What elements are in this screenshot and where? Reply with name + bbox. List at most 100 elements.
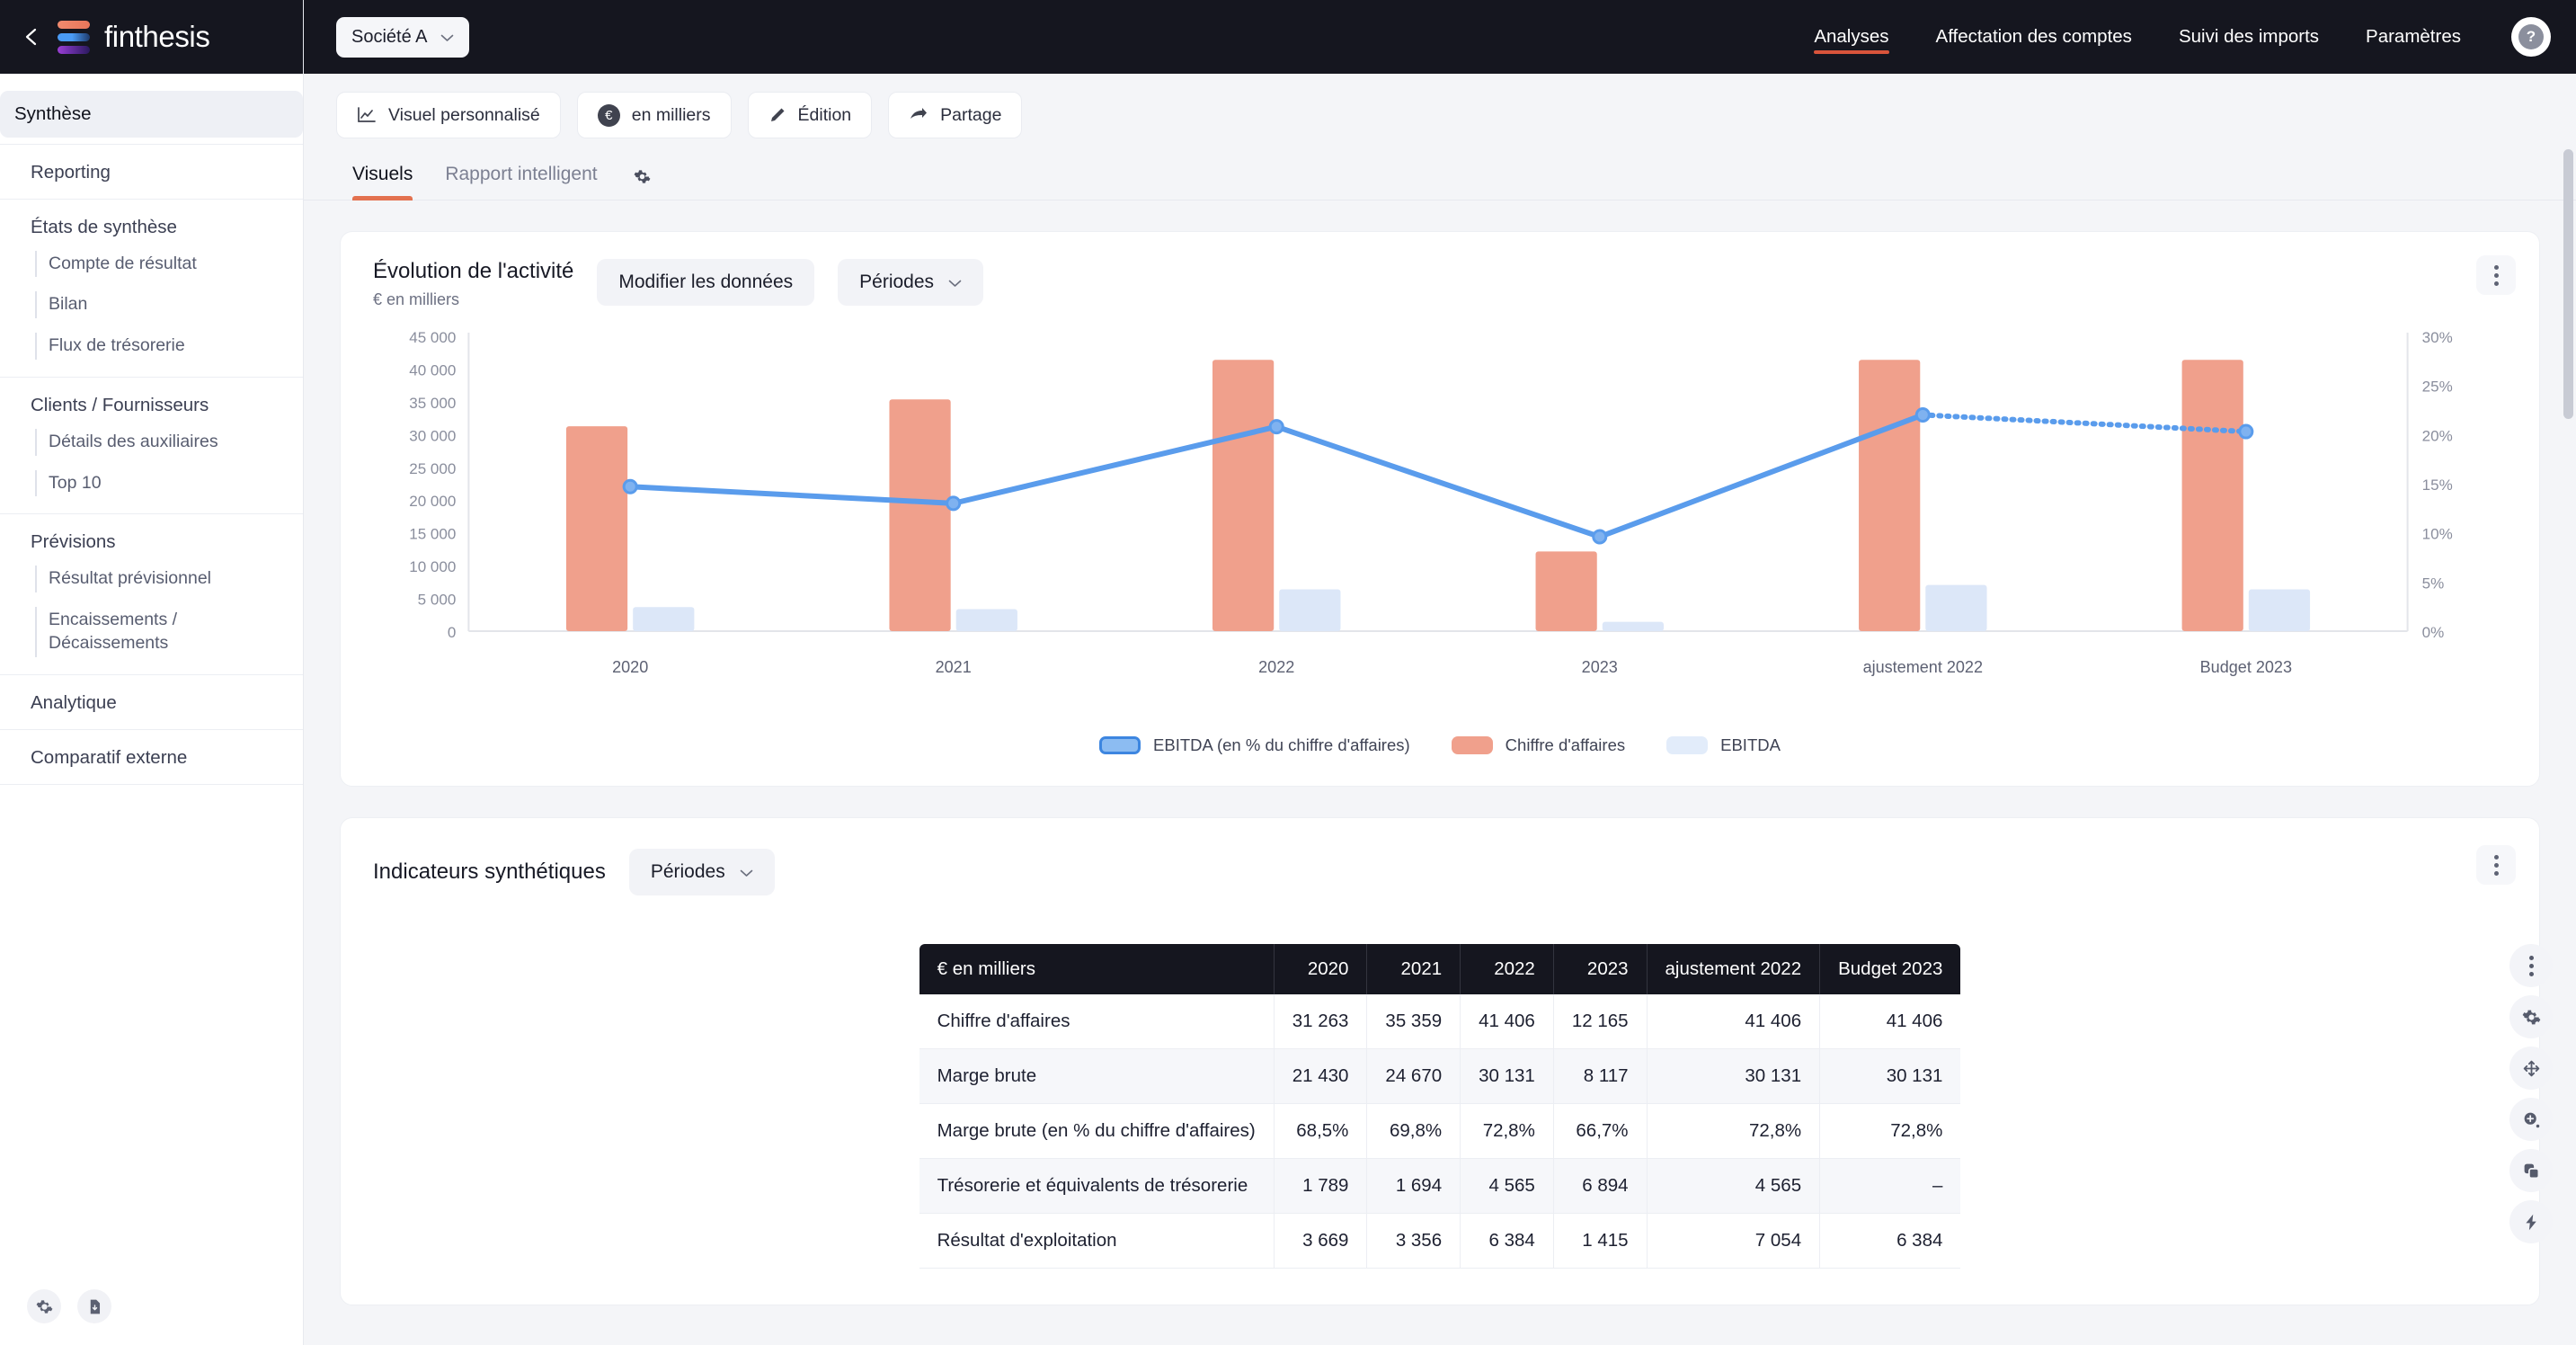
rail-duplicate-icon[interactable] (2509, 1149, 2553, 1192)
col-header-2021[interactable]: 2021 (1366, 944, 1461, 995)
sidebar-group-analytique: Analytique (0, 675, 303, 730)
svg-text:2020: 2020 (612, 658, 648, 676)
sidebar-footer (0, 1275, 303, 1345)
chart-card-menu-icon[interactable] (2476, 255, 2516, 295)
table-cell-value: 30 131 (1819, 1048, 1961, 1105)
sidebar-item-flux-de-tresorerie[interactable]: Flux de trésorerie (16, 325, 287, 367)
indicators-table: € en milliers 2020 2021 2022 2023 ajuste… (919, 944, 1961, 1269)
sidebar-category-previsions[interactable]: Prévisions (16, 514, 287, 558)
page-scrollbar[interactable] (2563, 149, 2573, 419)
table-cell-value: – (1819, 1158, 1961, 1215)
partage-label: Partage (940, 104, 1002, 125)
col-header-label[interactable]: € en milliers (919, 944, 1275, 995)
modifier-les-donnees-button[interactable]: Modifier les données (597, 259, 815, 306)
table-cell-value: 72,8% (1460, 1103, 1554, 1160)
tab-visuels[interactable]: Visuels (336, 164, 429, 200)
sidebar-item-encaissements-decaissements[interactable]: Encaissements / Décaissements (16, 600, 196, 664)
nav-item-affectation-des-comptes[interactable]: Affectation des comptes (1913, 0, 2155, 74)
indicators-table-body: Chiffre d'affaires 31 263 35 359 41 406 12 1… (919, 994, 1961, 1269)
rail-lightning-icon[interactable] (2509, 1200, 2553, 1243)
sidebar-item-compte-de-resultat[interactable]: Compte de résultat (16, 244, 287, 285)
rail-kebab-menu-icon[interactable] (2509, 944, 2553, 987)
help-icon[interactable]: ? (2511, 17, 2551, 57)
table-cell-value: 8 117 (1553, 1048, 1648, 1105)
sidebar-item-synthese[interactable]: Synthèse (0, 91, 303, 138)
legend-item-ebitda-pct[interactable]: EBITDA (en % du chiffre d'affaires) (1099, 735, 1410, 755)
indicators-table-head: € en milliers 2020 2021 2022 2023 ajuste… (919, 944, 1961, 995)
app-root: finthesis Synthèse Reporting États de sy… (0, 0, 2576, 1345)
sidebar-group-previsions: Prévisions Résultat prévisionnel Encaiss… (0, 514, 303, 675)
company-selector[interactable]: Société A (336, 16, 469, 58)
nav-item-suivi-des-imports[interactable]: Suivi des imports (2155, 0, 2342, 74)
chart-title-block: Évolution de l'activité € en milliers (373, 259, 573, 309)
evolution-chart: 45 000 40 000 35 000 30 000 25 000 20 000 15 0… (409, 329, 2453, 676)
company-selector-label: Société A (351, 26, 428, 47)
table-card-header: Indicateurs synthétiques Périodes (341, 818, 2539, 896)
tabs-gear-icon[interactable] (614, 168, 671, 200)
sidebar-item-top-10[interactable]: Top 10 (16, 463, 287, 504)
chart-periodes-dropdown[interactable]: Périodes (838, 259, 984, 306)
table-cell-value: 4 565 (1647, 1158, 1821, 1215)
sidebar-item-details-des-auxiliaires[interactable]: Détails des auxiliaires (16, 422, 287, 463)
table-card-title: Indicateurs synthétiques (373, 860, 606, 885)
col-header-ajustement-2022[interactable]: ajustement 2022 (1647, 944, 1821, 995)
table-cell-value: 1 415 (1553, 1213, 1648, 1269)
svg-text:35 000: 35 000 (409, 395, 456, 412)
col-header-2022[interactable]: 2022 (1460, 944, 1554, 995)
sidebar-group-clients-fournisseurs: Clients / Fournisseurs Détails des auxil… (0, 378, 303, 515)
chart-card-title: Évolution de l'activité (373, 259, 574, 283)
edition-label: Édition (797, 104, 852, 125)
sidebar-nav: Synthèse Reporting États de synthèse Com… (0, 74, 303, 1275)
col-header-2023[interactable]: 2023 (1553, 944, 1648, 995)
indicators-table-wrap: € en milliers 2020 2021 2022 2023 ajuste… (341, 895, 2539, 1305)
legend-item-chiffre-affaires[interactable]: Chiffre d'affaires (1451, 735, 1625, 755)
sidebar-category-clients-fournisseurs[interactable]: Clients / Fournisseurs (16, 378, 287, 422)
nav-item-analyses[interactable]: Analyses (1790, 0, 1912, 74)
table-cell-value: 1 694 (1366, 1158, 1461, 1215)
table-cell-label: Résultat d'exploitation (919, 1213, 1275, 1269)
sidebar-category-etats-de-synthese[interactable]: États de synthèse (16, 200, 287, 244)
en-milliers-button[interactable]: € en milliers (576, 92, 732, 138)
edition-button[interactable]: Édition (747, 92, 873, 138)
svg-text:25%: 25% (2422, 379, 2453, 396)
gear-icon[interactable] (27, 1289, 61, 1323)
indicateurs-synthetiques-card: Indicateurs synthétiques Périodes € en m… (340, 817, 2540, 1306)
table-cell-label: Marge brute (919, 1048, 1275, 1105)
partage-button[interactable]: Partage (888, 92, 1023, 138)
table-cell-value: 12 165 (1553, 994, 1648, 1050)
col-header-budget-2023[interactable]: Budget 2023 (1819, 944, 1961, 995)
sidebar-item-reporting[interactable]: Reporting (16, 145, 287, 189)
table-cell-value: 21 430 (1274, 1048, 1368, 1105)
table-cell-value: 30 131 (1460, 1048, 1554, 1105)
table-card-menu-icon[interactable] (2476, 845, 2516, 886)
line-chart-icon (357, 106, 377, 124)
rail-gear-icon[interactable] (2509, 995, 2553, 1038)
collapse-sidebar-icon[interactable] (20, 25, 43, 49)
sidebar-item-comparatif-externe[interactable]: Comparatif externe (16, 730, 287, 774)
top-nav: Analyses Affectation des comptes Suivi d… (1790, 0, 2551, 74)
table-cell-value: 41 406 (1647, 994, 1821, 1050)
rail-move-icon[interactable] (2509, 1047, 2553, 1090)
nav-item-parametres[interactable]: Paramètres (2342, 0, 2484, 74)
content-scroll-area: Visuel personnalisé € en milliers Éditio… (304, 74, 2576, 1345)
table-cell-value: 35 359 (1366, 994, 1461, 1050)
table-periodes-dropdown[interactable]: Périodes (628, 849, 775, 896)
sidebar-item-bilan[interactable]: Bilan (16, 284, 287, 325)
table-cell-value: 3 356 (1366, 1213, 1461, 1269)
evolution-activite-card: Évolution de l'activité € en milliers Mo… (340, 231, 2540, 788)
tab-rapport-intelligent[interactable]: Rapport intelligent (429, 164, 613, 200)
main-area: Société A Analyses Affectation des compt… (304, 0, 2576, 1345)
visuel-personnalise-button[interactable]: Visuel personnalisé (336, 92, 561, 138)
table-row: Marge brute (en % du chiffre d'affaires)… (919, 1103, 1961, 1160)
sidebar-item-analytique[interactable]: Analytique (16, 675, 287, 719)
legend-item-ebitda[interactable]: EBITDA (1666, 735, 1781, 755)
table-cell-value: 41 406 (1460, 994, 1554, 1050)
col-header-2020[interactable]: 2020 (1274, 944, 1368, 995)
svg-text:2023: 2023 (1582, 658, 1618, 676)
table-periodes-label: Périodes (650, 861, 725, 883)
svg-text:20 000: 20 000 (409, 494, 456, 511)
sidebar-item-resultat-previsionnel[interactable]: Résultat prévisionnel (16, 558, 287, 600)
rail-zoom-in-icon[interactable] (2509, 1098, 2553, 1141)
svg-text:40 000: 40 000 (409, 362, 456, 379)
file-download-icon[interactable] (77, 1289, 111, 1323)
